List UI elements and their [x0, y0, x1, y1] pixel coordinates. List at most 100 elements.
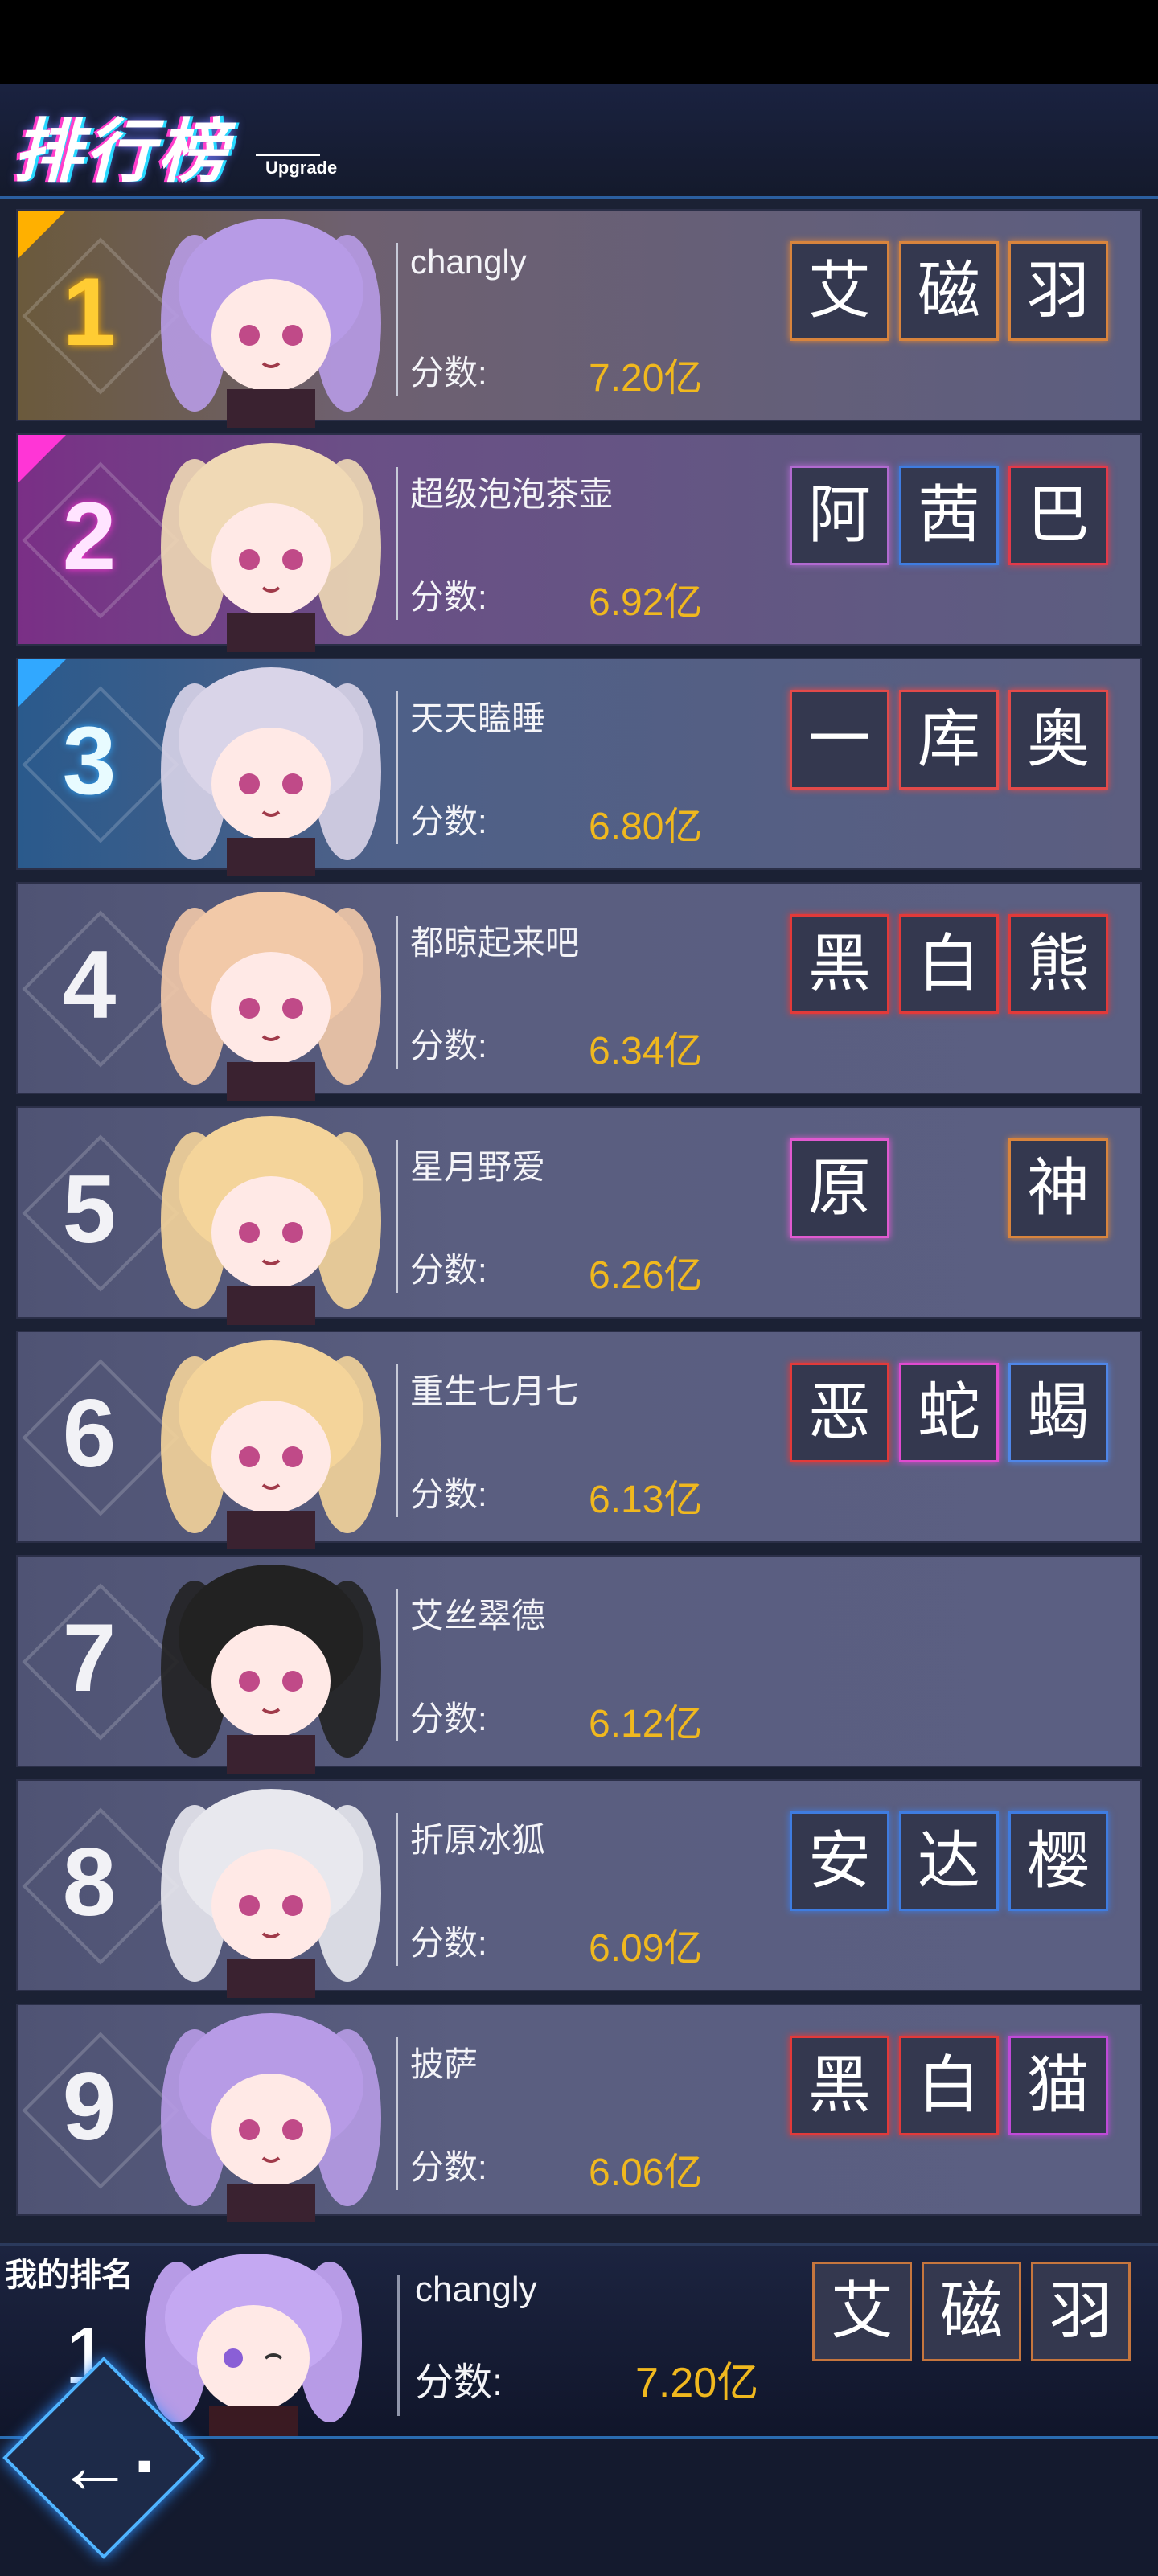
- divider: [396, 1813, 398, 1966]
- title-tile: 阿: [790, 466, 889, 565]
- player-avatar: [161, 1116, 381, 1325]
- title-tiles: 安达樱: [790, 1811, 1127, 1916]
- rank-number: 4: [62, 931, 117, 1039]
- score-value: 6.13亿: [589, 1479, 703, 1521]
- player-avatar: [161, 443, 381, 652]
- page-subtitle: Upgrade: [255, 154, 338, 178]
- back-arrow-icon[interactable]: ←·: [56, 2426, 159, 2507]
- title-tiles: 阿茜巴: [790, 466, 1127, 570]
- score-value: 6.26亿: [589, 1254, 703, 1297]
- my-avatar: [145, 2254, 362, 2439]
- score-value: 6.09亿: [589, 1927, 703, 1970]
- divider: [396, 1589, 398, 1741]
- player-avatar: [161, 1565, 381, 1774]
- score-label: 分数:: [410, 1251, 487, 1289]
- title-tile: 库: [899, 690, 999, 790]
- title-tile: 磁: [899, 241, 999, 341]
- title-tile: 羽: [1031, 2262, 1131, 2361]
- status-bar: [0, 0, 1158, 84]
- divider: [396, 2037, 398, 2190]
- leaderboard-row[interactable]: 4 都晾起来吧分数: 6.34亿 黑白熊: [16, 882, 1142, 1101]
- leaderboard-row[interactable]: 5 星月野爱分数: 6.26亿 原 神: [16, 1106, 1142, 1325]
- score-value: 6.34亿: [589, 1030, 703, 1073]
- rank-number: 9: [62, 2053, 117, 2160]
- player-name: 都晾起来吧: [410, 924, 580, 962]
- divider: [396, 1364, 398, 1517]
- title-tile: 熊: [1008, 914, 1108, 1014]
- player-name: 重生七月七: [410, 1372, 580, 1410]
- leaderboard-row[interactable]: 3 天天瞌睡 分数: 6.80亿 一库奥: [16, 658, 1142, 876]
- title-tiles: 黑白熊: [790, 914, 1127, 1019]
- title-tile: 达: [899, 1811, 999, 1911]
- title-tile: 茜: [899, 466, 999, 565]
- score-value: 6.12亿: [589, 1703, 703, 1745]
- rank-number: 1: [62, 258, 117, 366]
- title-tile: 原: [790, 1138, 889, 1238]
- rank-number: 3: [62, 707, 117, 814]
- title-tile: 神: [1008, 1138, 1108, 1238]
- leaderboard-row[interactable]: 8 折原冰狐 分数: 6.09亿 安达樱: [16, 1779, 1142, 1998]
- player-avatar: [161, 2013, 381, 2222]
- title-tile: 黑: [790, 2036, 889, 2135]
- title-tile: 奥: [1008, 690, 1108, 790]
- score-value: 6.06亿: [589, 2151, 703, 2194]
- leaderboard-row[interactable]: 6 重生七月七 分数: 6.13亿 恶蛇蝎: [16, 1331, 1142, 1549]
- score-label: 分数:: [410, 578, 487, 616]
- score-value: 6.92亿: [589, 581, 703, 624]
- score-label: 分数:: [410, 1700, 487, 1737]
- score-label: 分数:: [410, 354, 487, 392]
- my-score-label: 分数:: [415, 2361, 503, 2404]
- player-name: changly: [410, 243, 527, 281]
- my-score-value: 7.20亿: [635, 2360, 759, 2406]
- rank-number: 7: [62, 1604, 117, 1712]
- score-label: 分数:: [410, 802, 487, 840]
- title-tile: 艾: [790, 241, 889, 341]
- rank-number: 5: [62, 1155, 117, 1263]
- leaderboard-row[interactable]: 7 艾丝翠德 分数: 6.12亿: [16, 1555, 1142, 1774]
- divider: [397, 2275, 400, 2416]
- title-tile: 安: [790, 1811, 889, 1911]
- title-tiles: 黑白猫: [790, 2036, 1127, 2140]
- player-name: 星月野爱: [410, 1148, 546, 1186]
- title-tile: 艾: [812, 2262, 912, 2361]
- leaderboard-row[interactable]: 2 超级泡泡茶壶 分数: 6.92亿 阿茜巴: [16, 433, 1142, 652]
- my-rank-label: 我的排名: [5, 2258, 133, 2293]
- divider: [396, 243, 398, 396]
- title-tile: 羽: [1008, 241, 1108, 341]
- score-value: 6.80亿: [589, 806, 703, 848]
- title-tile: 恶: [790, 1363, 889, 1462]
- divider: [396, 691, 398, 844]
- title-tiles: [790, 1587, 1127, 1692]
- my-title-tiles: 艾 磁 羽: [812, 2262, 1150, 2366]
- divider: [396, 916, 398, 1069]
- score-label: 分数:: [410, 1027, 487, 1064]
- score-label: 分数:: [410, 1924, 487, 1962]
- rank-number: 8: [62, 1828, 117, 1936]
- my-name: changly: [415, 2270, 537, 2309]
- title-tile: 白: [899, 914, 999, 1014]
- title-tile: 一: [790, 690, 889, 790]
- score-value: 7.20亿: [589, 357, 703, 400]
- title-tile: 猫: [1008, 2036, 1108, 2135]
- player-avatar: [161, 1340, 381, 1549]
- my-rank-panel: 我的排名 1 changly 分数: 7.20亿 艾 磁 羽: [0, 2243, 1158, 2439]
- title-tile: 蛇: [899, 1363, 999, 1462]
- player-name: 超级泡泡茶壶: [410, 475, 614, 513]
- leaderboard-row[interactable]: 1 changly 分数: 7.20亿 艾磁羽: [16, 209, 1142, 428]
- title-tile: 樱: [1008, 1811, 1108, 1911]
- player-avatar: [161, 667, 381, 876]
- divider: [396, 467, 398, 620]
- title-tile: 蝎: [1008, 1363, 1108, 1462]
- player-name: 披萨: [410, 2045, 478, 2083]
- title-tiles: 恶蛇蝎: [790, 1363, 1127, 1467]
- rank-number: 2: [62, 482, 117, 590]
- title-tiles: 一库奥: [790, 690, 1127, 794]
- leaderboard-row[interactable]: 9 披萨分数: 6.06亿 黑白猫: [16, 2004, 1142, 2222]
- score-label: 分数:: [410, 2148, 487, 2186]
- page-title: 排行榜: [13, 113, 230, 191]
- title-tile: 白: [899, 2036, 999, 2135]
- title-tile: 黑: [790, 914, 889, 1014]
- title-tile: 巴: [1008, 466, 1108, 565]
- player-avatar: [161, 219, 381, 428]
- title-tiles: 艾磁羽: [790, 241, 1127, 346]
